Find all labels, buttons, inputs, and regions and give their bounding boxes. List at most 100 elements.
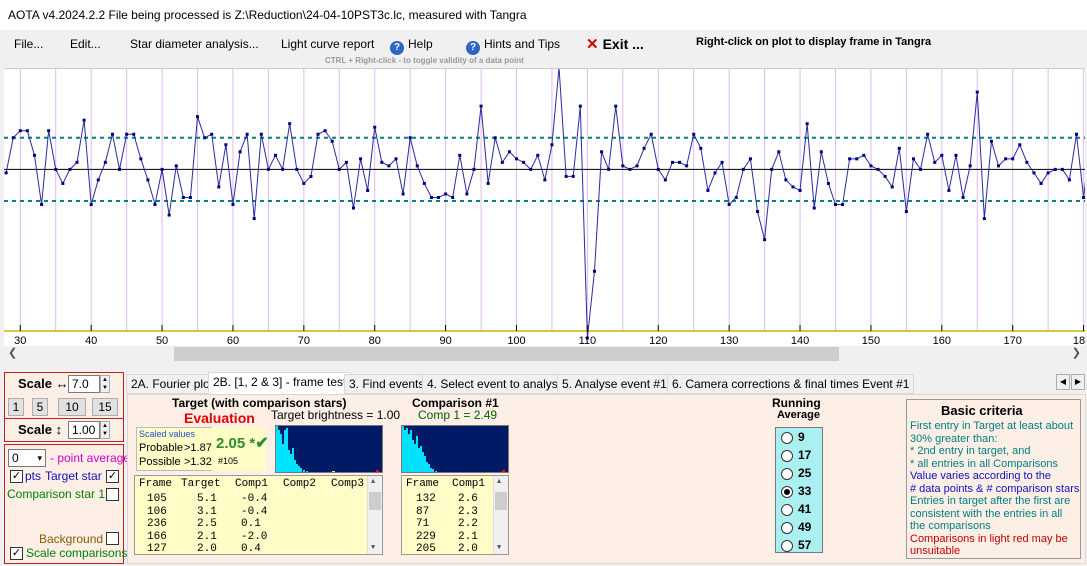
scroll-left-icon[interactable]: ❮	[8, 346, 17, 359]
data-point[interactable]	[543, 178, 547, 182]
data-point[interactable]	[408, 136, 412, 140]
data-point[interactable]	[635, 164, 639, 168]
data-point[interactable]	[529, 167, 533, 171]
comparison-scroll-down-icon[interactable]: ▼	[497, 544, 501, 552]
data-point[interactable]	[160, 167, 164, 171]
data-point[interactable]	[196, 115, 200, 119]
data-point[interactable]	[394, 157, 398, 161]
data-point[interactable]	[444, 192, 448, 196]
data-point[interactable]	[167, 213, 171, 217]
target-table-row[interactable]: 166 2.1 -2.0	[135, 531, 382, 544]
data-point[interactable]	[926, 132, 930, 136]
target-star-checkbox[interactable]: ✓	[106, 470, 119, 483]
data-point[interactable]	[855, 157, 859, 161]
data-point[interactable]	[812, 206, 816, 210]
data-point[interactable]	[770, 167, 774, 171]
menu-file[interactable]: File...	[14, 37, 43, 51]
data-point[interactable]	[153, 203, 157, 207]
data-point[interactable]	[125, 132, 129, 136]
data-point[interactable]	[777, 150, 781, 154]
data-point[interactable]	[1011, 157, 1015, 161]
data-point[interactable]	[997, 164, 1001, 168]
data-point[interactable]	[486, 181, 490, 185]
data-point[interactable]	[380, 160, 384, 164]
data-point[interactable]	[18, 129, 22, 133]
scroll-thumb[interactable]	[174, 347, 839, 361]
data-point[interactable]	[203, 136, 207, 140]
data-point[interactable]	[224, 143, 228, 147]
data-point[interactable]	[628, 167, 632, 171]
comparison-table-scrollbar[interactable]: ▲ ▼	[493, 476, 508, 554]
data-point[interactable]	[61, 181, 65, 185]
data-point[interactable]	[713, 171, 717, 175]
data-point[interactable]	[982, 217, 986, 221]
data-point[interactable]	[82, 118, 86, 122]
data-point[interactable]	[118, 167, 122, 171]
data-point[interactable]	[798, 188, 802, 192]
data-point[interactable]	[1032, 171, 1036, 175]
data-point[interactable]	[309, 174, 313, 178]
data-point[interactable]	[231, 203, 235, 207]
plot-horizontal-scrollbar[interactable]: ❮ ❯	[4, 346, 1085, 362]
target-table[interactable]: Frame Target Comp1 Comp2 Comp3 105 5.1 -0.…	[134, 475, 383, 555]
data-point[interactable]	[281, 167, 285, 171]
data-point[interactable]	[678, 160, 682, 164]
data-point[interactable]	[550, 143, 554, 147]
data-point[interactable]	[1039, 181, 1043, 185]
data-point[interactable]	[968, 164, 972, 168]
data-point[interactable]	[805, 122, 809, 126]
tab-find-events[interactable]: 3. Find events	[344, 374, 430, 394]
data-point[interactable]	[288, 122, 292, 126]
data-point[interactable]	[706, 188, 710, 192]
data-point[interactable]	[727, 203, 731, 207]
target-table-scrollbar[interactable]: ▲ ▼	[367, 476, 382, 554]
data-point[interactable]	[961, 195, 965, 199]
data-point[interactable]	[919, 167, 923, 171]
data-point[interactable]	[911, 157, 915, 161]
data-point[interactable]	[833, 203, 837, 207]
point-average-select[interactable]: 0 ▾	[8, 449, 46, 467]
data-point[interactable]	[841, 203, 845, 207]
data-point[interactable]	[217, 185, 221, 189]
data-point[interactable]	[734, 195, 738, 199]
data-point[interactable]	[699, 146, 703, 150]
data-point[interactable]	[536, 153, 540, 157]
menu-exit[interactable]: ✕ Exit ...	[586, 35, 644, 53]
data-point[interactable]	[373, 125, 377, 129]
data-point[interactable]	[451, 195, 455, 199]
scroll-down-icon[interactable]: ▼	[371, 544, 375, 552]
data-point[interactable]	[621, 164, 625, 168]
data-point[interactable]	[784, 178, 788, 182]
data-point[interactable]	[387, 164, 391, 168]
light-curve-svg[interactable]: 30 40 50 60 70 80 90 100 110 120 130 140 150 160 170 18	[4, 65, 1087, 349]
data-point[interactable]	[947, 188, 951, 192]
data-point[interactable]	[302, 181, 306, 185]
data-point[interactable]	[642, 146, 646, 150]
data-point[interactable]	[614, 104, 618, 108]
running-average-radio-49[interactable]	[781, 522, 793, 534]
tab-frame-test[interactable]: 2B. [1, 2 & 3] - frame test	[208, 372, 352, 394]
light-curve-plot[interactable]: 30 40 50 60 70 80 90 100 110 120 130 140 150 160 170 18	[4, 65, 1087, 349]
data-point[interactable]	[578, 104, 582, 108]
data-point[interactable]	[904, 210, 908, 214]
data-point[interactable]	[663, 178, 667, 182]
data-point[interactable]	[522, 160, 526, 164]
data-point[interactable]	[32, 153, 36, 157]
data-point[interactable]	[245, 132, 249, 136]
scale-button-1[interactable]: 1	[8, 398, 24, 416]
data-point[interactable]	[472, 167, 476, 171]
data-point[interactable]	[238, 150, 242, 154]
comparison-table[interactable]: Frame Comp1 132 2.6 87 2.3 71 2.2 229 2.1 205 2.0…	[401, 475, 509, 555]
data-point[interactable]	[649, 132, 653, 136]
data-point[interactable]	[323, 129, 327, 133]
data-point[interactable]	[146, 178, 150, 182]
data-point[interactable]	[351, 206, 355, 210]
scale-button-10[interactable]: 10	[58, 398, 86, 416]
data-point[interactable]	[890, 185, 894, 189]
data-point[interactable]	[181, 195, 185, 199]
data-point[interactable]	[1018, 143, 1022, 147]
menu-light-curve-report[interactable]: Light curve report	[281, 37, 374, 51]
data-point[interactable]	[600, 150, 604, 154]
data-point[interactable]	[75, 160, 79, 164]
tab-analyse-event[interactable]: 5. Analyse event #1	[557, 374, 672, 394]
